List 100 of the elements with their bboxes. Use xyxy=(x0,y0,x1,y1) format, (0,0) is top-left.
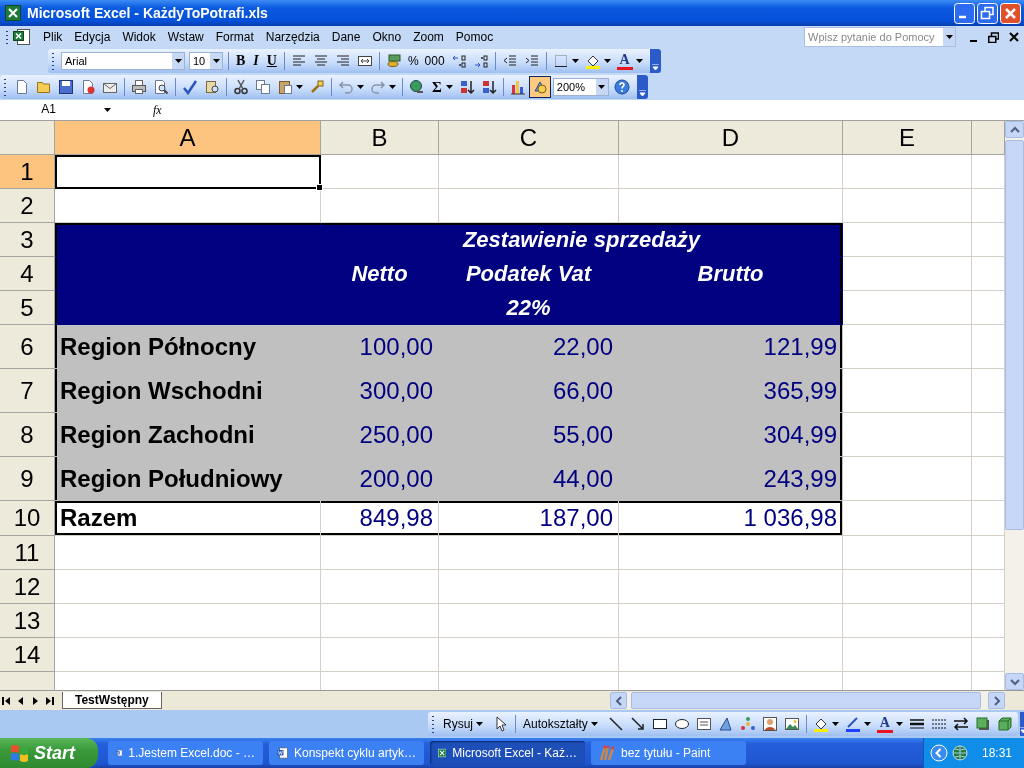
dropdown-arrow-icon[interactable] xyxy=(635,59,643,63)
row-header[interactable]: 1 xyxy=(0,155,55,189)
paintbrush-icon[interactable] xyxy=(309,79,325,95)
menu-item[interactable]: Narzędzia xyxy=(259,30,326,44)
arrow-up-icon[interactable] xyxy=(1009,125,1020,134)
function-label[interactable]: fx xyxy=(153,102,169,118)
scroll-right-button[interactable] xyxy=(988,692,1005,709)
menu-item[interactable]: Edycja xyxy=(68,30,117,44)
row-header[interactable]: 13 xyxy=(0,604,55,638)
row-header[interactable]: 4 xyxy=(0,257,55,291)
scroll-thumb[interactable] xyxy=(1005,140,1024,530)
pen-line-icon[interactable] xyxy=(844,716,861,732)
line-icon[interactable] xyxy=(607,716,624,732)
paint-bucket-icon[interactable] xyxy=(584,53,601,69)
scissors-icon[interactable] xyxy=(233,79,249,95)
row-header[interactable]: 3 xyxy=(0,223,55,257)
font-size-field[interactable]: 10 xyxy=(189,52,223,70)
menu-item[interactable]: Zoom xyxy=(407,30,450,44)
column-header[interactable]: C xyxy=(439,121,619,155)
toolbar-options-icon[interactable] xyxy=(638,90,646,96)
minimize-button[interactable] xyxy=(954,2,975,24)
close-button[interactable] xyxy=(1000,2,1021,24)
dropdown-arrow-icon[interactable] xyxy=(863,722,871,726)
dropdown-arrow-icon[interactable] xyxy=(357,85,364,89)
draw-menu-button[interactable]: Rysuj xyxy=(439,713,490,735)
column-header[interactable]: D xyxy=(619,121,843,155)
borders-icon[interactable] xyxy=(552,53,569,69)
row-header[interactable]: 6 xyxy=(0,325,55,369)
caret-icon[interactable] xyxy=(590,722,598,726)
menu-item[interactable]: Dane xyxy=(325,30,367,44)
spelling-check-icon[interactable] xyxy=(182,79,198,95)
font-color-button[interactable]: A xyxy=(873,713,896,735)
taskbar-button[interactable]: Microsoft Excel - Każ… xyxy=(430,741,585,765)
underline-button[interactable]: U xyxy=(262,50,281,72)
restore-button[interactable] xyxy=(977,2,998,24)
merge-center-icon[interactable] xyxy=(356,53,373,69)
print-preview-icon[interactable] xyxy=(153,79,169,95)
autoshapes-menu-button[interactable]: Autokształty xyxy=(519,713,605,735)
arrow-left-icon[interactable] xyxy=(614,695,623,706)
increase-indent-icon[interactable] xyxy=(523,53,540,69)
dropdown-arrow-icon[interactable] xyxy=(945,35,953,39)
scroll-thumb[interactable] xyxy=(631,692,981,709)
font-name-field[interactable]: Arial xyxy=(61,52,185,70)
dropdown-arrow-icon[interactable] xyxy=(895,722,903,726)
book-magnifier-icon[interactable] xyxy=(204,79,220,95)
arrow-style-icon[interactable] xyxy=(952,716,969,732)
picture-icon[interactable] xyxy=(783,716,800,732)
row-header[interactable]: 12 xyxy=(0,570,55,604)
slanted-shape-icon[interactable] xyxy=(717,716,734,732)
dropdown-arrow-icon[interactable] xyxy=(603,59,611,63)
dropdown-arrow-icon[interactable] xyxy=(571,59,579,63)
align-center-icon[interactable] xyxy=(312,53,329,69)
paint-bucket-icon[interactable] xyxy=(812,716,829,732)
menu-item[interactable]: Pomoc xyxy=(449,30,500,44)
align-right-icon[interactable] xyxy=(334,53,351,69)
italic-button[interactable]: I xyxy=(249,50,263,72)
scroll-down-button[interactable] xyxy=(1005,673,1024,690)
arrow-right-icon[interactable] xyxy=(992,695,1001,706)
next-sheet-button[interactable] xyxy=(30,695,40,706)
coins-icon[interactable] xyxy=(385,53,402,69)
menu-item[interactable]: Okno xyxy=(366,30,408,44)
document-icon[interactable] xyxy=(13,28,31,46)
dropdown-arrow-icon[interactable] xyxy=(103,108,111,112)
folder-icon[interactable] xyxy=(36,79,52,95)
caret-icon[interactable] xyxy=(476,722,483,726)
column-header[interactable]: A xyxy=(55,121,321,155)
help-search-field[interactable]: Wpisz pytanie do Pomocy xyxy=(804,27,956,47)
dash-style-icon[interactable] xyxy=(930,716,947,732)
document-restricted-icon[interactable] xyxy=(80,79,96,95)
chevron-left-icon[interactable] xyxy=(929,744,948,762)
line-style-icon[interactable] xyxy=(908,716,925,732)
row-header[interactable]: 2 xyxy=(0,189,55,223)
first-sheet-button[interactable] xyxy=(2,695,12,706)
zoom-field[interactable]: 200% xyxy=(552,78,609,96)
dropdown-arrow-icon[interactable] xyxy=(598,85,606,89)
align-left-icon[interactable] xyxy=(290,53,307,69)
row-header[interactable]: 5 xyxy=(0,291,55,325)
taskbar-button[interactable]: Konspekt cyklu artyk… xyxy=(269,741,424,765)
clipboard-icon[interactable] xyxy=(277,79,293,95)
toolbar-options-icon[interactable] xyxy=(651,64,659,70)
scroll-left-button[interactable] xyxy=(610,692,627,709)
last-sheet-button[interactable] xyxy=(44,695,54,706)
bold-button[interactable]: B xyxy=(232,50,250,72)
arrow-icon[interactable] xyxy=(629,716,646,732)
font-color-button[interactable]: A xyxy=(613,50,636,72)
shapes-icon[interactable] xyxy=(531,79,548,95)
dropdown-arrow-icon[interactable] xyxy=(445,85,453,89)
start-button[interactable]: Start xyxy=(0,738,98,768)
scroll-up-button[interactable] xyxy=(1005,121,1024,138)
previous-sheet-button[interactable] xyxy=(16,695,26,706)
autosum-button[interactable]: Σ xyxy=(428,76,446,98)
row-header[interactable]: 9 xyxy=(0,457,55,501)
pointer-icon[interactable] xyxy=(493,716,509,732)
dropdown-arrow-icon[interactable] xyxy=(212,59,220,63)
column-header[interactable]: B xyxy=(321,121,439,155)
percent-button[interactable]: % xyxy=(404,50,422,72)
row-header[interactable]: 8 xyxy=(0,413,55,457)
menu-item[interactable]: Format xyxy=(209,30,260,44)
dropdown-arrow-icon[interactable] xyxy=(831,722,839,726)
row-header[interactable]: 14 xyxy=(0,638,55,672)
